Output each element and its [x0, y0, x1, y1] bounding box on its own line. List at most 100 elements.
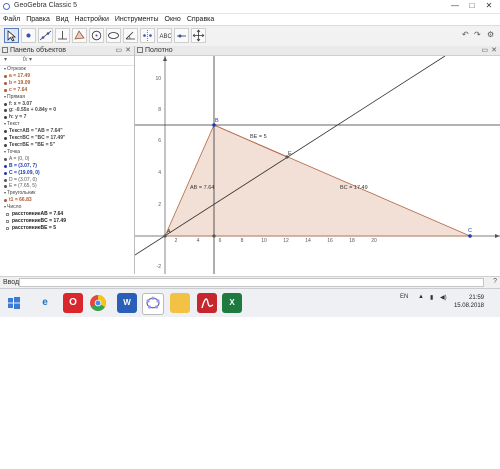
network-icon[interactable]: ▮	[430, 294, 433, 301]
menu-view[interactable]: Вид	[53, 14, 72, 25]
visibility-dot-icon[interactable]	[4, 185, 7, 189]
perpendicular-tool-button[interactable]	[55, 28, 70, 43]
algebra-item[interactable]: ТекстBE = "BE = 5"	[0, 142, 134, 149]
algebra-item[interactable]: ТекстAB = "AB = 7.64"	[0, 128, 134, 135]
fx-input-label[interactable]: fx	[23, 57, 28, 63]
menu-file[interactable]: Файл	[0, 14, 23, 25]
algebra-item[interactable]: E = (7.65, 5)	[0, 183, 134, 190]
visibility-dot-icon[interactable]	[4, 116, 7, 120]
fx-dropdown-icon[interactable]: ▾	[29, 57, 32, 63]
input-help-icon[interactable]: ?	[493, 278, 497, 285]
panel-close-icon[interactable]: ✕	[125, 46, 131, 55]
reflect-tool-button[interactable]	[140, 28, 155, 43]
algebra-category[interactable]: Отрезок	[0, 66, 134, 73]
algebra-item[interactable]: h: y = 7	[0, 114, 134, 121]
clock[interactable]: 21:59 15.08.2018	[454, 294, 484, 310]
tray-arrow-icon[interactable]: ▲	[418, 294, 424, 300]
word-icon[interactable]: W	[117, 293, 137, 313]
redo-button[interactable]: ↷	[474, 30, 481, 39]
visibility-dot-icon[interactable]	[4, 157, 7, 161]
algebra-item-text: расстояниеBC = 17.49	[12, 217, 66, 224]
visibility-dot-icon[interactable]	[4, 109, 7, 113]
algebra-item[interactable]: расстояниеAB = 7.64	[0, 211, 134, 218]
point-c[interactable]	[468, 234, 472, 238]
algebra-category[interactable]: Прямая	[0, 94, 134, 101]
excel-icon[interactable]: X	[222, 293, 242, 313]
algebra-item[interactable]: D = (3.07, 0)	[0, 177, 134, 184]
language-indicator[interactable]: EN	[400, 294, 408, 300]
text-tool-button[interactable]: ABC	[157, 28, 173, 43]
visibility-checkbox[interactable]	[6, 219, 9, 223]
visibility-checkbox[interactable]	[6, 226, 9, 230]
sort-dropdown-icon[interactable]: ▾	[4, 57, 7, 63]
menu-help[interactable]: Справка	[184, 14, 217, 25]
input-field[interactable]	[19, 278, 484, 287]
volume-icon[interactable]: ◀)	[440, 294, 447, 301]
menu-settings[interactable]: Настройки	[72, 14, 112, 25]
graphics-canvas[interactable]: 2 4 6 8 10 12 14 16 18 20 10 8 6 4 2 -2	[135, 56, 500, 274]
panel-maximize-icon[interactable]: ▭	[115, 46, 122, 55]
geogebra-taskbar-icon[interactable]	[142, 293, 164, 315]
move-tool-button[interactable]	[4, 28, 19, 43]
visibility-dot-icon[interactable]	[4, 81, 7, 85]
visibility-dot-icon[interactable]	[4, 74, 7, 78]
settings-gear-icon[interactable]: ⚙	[487, 30, 494, 39]
algebra-item[interactable]: b = 19.09	[0, 80, 134, 87]
x-tick-label: 12	[283, 238, 289, 244]
panel-close-icon[interactable]: ✕	[491, 46, 497, 55]
visibility-dot-icon[interactable]	[4, 130, 7, 134]
point-tool-button[interactable]	[21, 28, 36, 43]
minimize-button[interactable]: —	[448, 1, 462, 11]
menu-edit[interactable]: Правка	[23, 14, 53, 25]
maximize-button[interactable]: □	[465, 1, 479, 11]
visibility-dot-icon[interactable]	[4, 88, 7, 92]
algebra-item[interactable]: c = 7.64	[0, 87, 134, 94]
opera-icon[interactable]: O	[63, 293, 83, 313]
visibility-dot-icon[interactable]	[4, 199, 7, 203]
visibility-dot-icon[interactable]	[4, 171, 7, 175]
panel-menu-icon[interactable]	[2, 47, 8, 53]
algebra-category[interactable]: Треугольник	[0, 190, 134, 197]
algebra-item[interactable]: B = (3.07, 7)	[0, 163, 134, 170]
algebra-item-text: D = (3.07, 0)	[9, 176, 37, 183]
algebra-item[interactable]: t1 = 66.83	[0, 197, 134, 204]
pdf-reader-icon[interactable]	[197, 293, 217, 313]
algebra-category[interactable]: Текст	[0, 121, 134, 128]
windows-start-icon[interactable]	[4, 293, 24, 313]
menu-window[interactable]: Окно	[162, 14, 184, 25]
undo-button[interactable]: ↶	[462, 30, 469, 39]
algebra-category[interactable]: Число	[0, 204, 134, 211]
ellipse-tool-button[interactable]	[106, 28, 121, 43]
visibility-dot-icon[interactable]	[4, 164, 7, 168]
polygon-tool-button[interactable]	[72, 28, 87, 43]
angle-tool-button[interactable]	[123, 28, 138, 43]
file-explorer-icon[interactable]	[170, 293, 190, 313]
visibility-dot-icon[interactable]	[4, 143, 7, 147]
menu-tools[interactable]: Инструменты	[112, 14, 162, 25]
point-d[interactable]	[212, 234, 216, 238]
visibility-checkbox[interactable]	[6, 213, 9, 217]
panel-maximize-icon[interactable]: ▭	[481, 46, 488, 55]
visibility-dot-icon[interactable]	[4, 137, 7, 141]
panel-menu-icon[interactable]	[137, 47, 143, 53]
algebra-item[interactable]: C = (19.09, 0)	[0, 170, 134, 177]
algebra-item[interactable]: расстояниеBC = 17.49	[0, 218, 134, 225]
move-view-tool-button[interactable]	[191, 28, 206, 43]
algebra-category[interactable]: Точка	[0, 149, 134, 156]
algebra-item[interactable]: A = (0, 0)	[0, 156, 134, 163]
close-button[interactable]: ✕	[482, 1, 496, 11]
algebra-item[interactable]: g: -0.55x + 0.84y = 0	[0, 107, 134, 114]
visibility-dot-icon[interactable]	[4, 102, 7, 106]
internet-explorer-icon[interactable]: e	[35, 293, 55, 313]
slider-tool-button[interactable]	[174, 28, 189, 43]
triangle-t1[interactable]	[164, 124, 471, 237]
visibility-dot-icon[interactable]	[4, 178, 7, 182]
algebra-item[interactable]: расстояниеBE = 5	[0, 225, 134, 232]
algebra-item-text: A = (0, 0)	[9, 155, 30, 162]
algebra-item[interactable]: a = 17.49	[0, 73, 134, 80]
algebra-item[interactable]: ТекстBC = "BC = 17.49"	[0, 135, 134, 142]
line-tool-button[interactable]	[38, 28, 53, 43]
chrome-icon[interactable]	[88, 293, 108, 313]
algebra-item[interactable]: f: x = 3.07	[0, 101, 134, 108]
circle-tool-button[interactable]	[89, 28, 104, 43]
